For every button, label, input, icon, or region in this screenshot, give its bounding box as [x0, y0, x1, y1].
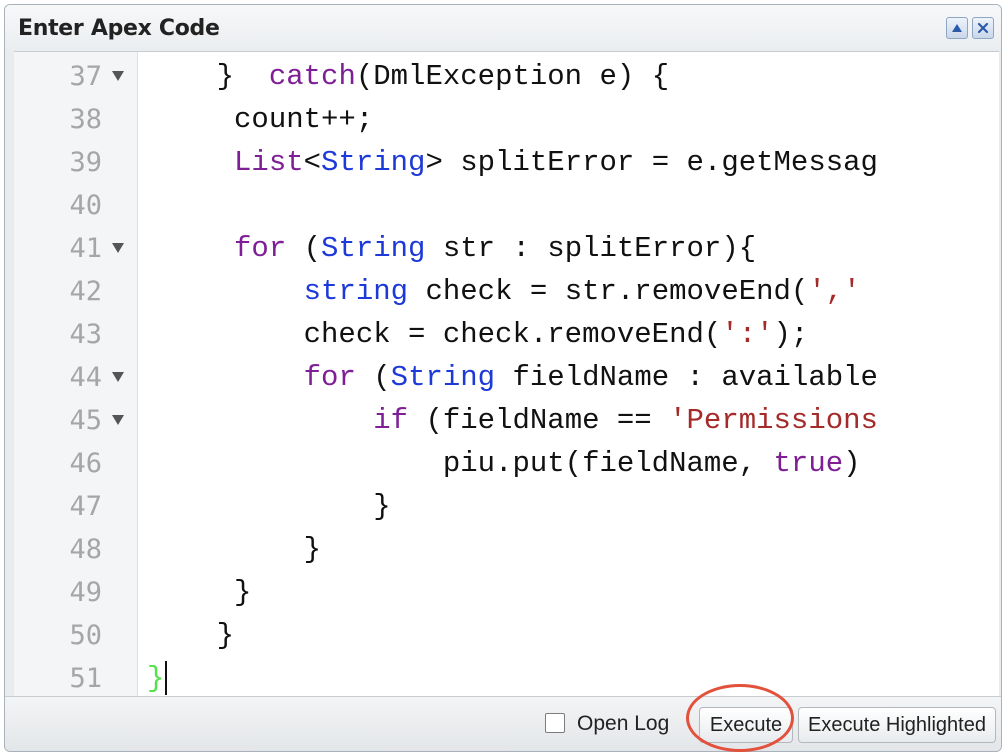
fold-arrow-icon[interactable]: [112, 243, 124, 253]
open-log-label[interactable]: Open Log: [577, 712, 669, 736]
code-line: 45 if (fieldName == 'Permissions: [14, 399, 999, 442]
code-line: 41 for (String str : splitError){: [14, 227, 999, 270]
line-number: 41: [69, 233, 102, 264]
code-line: 48 }: [14, 528, 999, 571]
line-number: 44: [69, 362, 102, 393]
line-number: 50: [69, 620, 102, 651]
code-text: List<String> splitError = e.getMessag: [234, 146, 878, 179]
code-editor[interactable]: 37 } catch(DmlException e) { 38 count++;…: [14, 51, 999, 702]
line-number: 46: [69, 448, 102, 479]
code-line: 39 List<String> splitError = e.getMessag: [14, 141, 999, 184]
code-line: 37 } catch(DmlException e) {: [14, 55, 999, 98]
window-title: Enter Apex Code: [18, 16, 220, 41]
code-line: 50 }: [14, 614, 999, 657]
fold-arrow-icon[interactable]: [112, 71, 124, 81]
fold-arrow-icon[interactable]: [112, 415, 124, 425]
code-text: }: [147, 490, 391, 523]
close-x-icon: [977, 22, 989, 34]
window-titlebar: Enter Apex Code: [5, 5, 1001, 51]
code-line: 44 for (String fieldName : available: [14, 356, 999, 399]
code-line: 38 count++;: [14, 98, 999, 141]
execute-button[interactable]: Execute: [699, 707, 793, 743]
code-text: }: [147, 533, 322, 566]
line-number: 49: [69, 577, 102, 608]
triangle-up-icon: [952, 24, 962, 32]
open-log-checkbox[interactable]: [545, 713, 565, 733]
window-footer: Open Log Execute Execute Highlighted: [5, 696, 1001, 751]
line-number: 39: [69, 147, 102, 178]
code-line: 51 }: [14, 657, 999, 700]
line-number: 47: [69, 491, 102, 522]
close-button[interactable]: [972, 17, 994, 39]
line-number: 38: [69, 104, 102, 135]
collapse-button[interactable]: [946, 17, 968, 39]
line-number: 48: [69, 534, 102, 565]
code-text: if (fieldName == 'Permissions: [373, 404, 878, 437]
line-number: 42: [69, 276, 102, 307]
text-cursor: [165, 661, 168, 696]
line-number: 43: [69, 319, 102, 350]
line-number: 40: [69, 190, 102, 221]
code-text: for (String str : splitError){: [234, 232, 757, 265]
code-text: check = check.removeEnd(':');: [147, 318, 809, 351]
code-text: }: [147, 576, 252, 609]
code-text: }: [147, 657, 168, 700]
apex-code-window: Enter Apex Code 37 } catch(DmlException …: [4, 4, 1002, 752]
code-text: count++;: [147, 103, 374, 136]
code-line: 46 piu.put(fieldName, true): [14, 442, 999, 485]
code-text: } catch(DmlException e) {: [147, 60, 670, 93]
code-text: string check = str.removeEnd(',': [303, 275, 861, 308]
code-line: 49 }: [14, 571, 999, 614]
line-number: 37: [69, 61, 102, 92]
line-number: 45: [69, 405, 102, 436]
code-line: 40: [14, 184, 999, 227]
line-number: 51: [69, 663, 102, 694]
execute-highlighted-button[interactable]: Execute Highlighted: [798, 707, 996, 743]
code-line: 43 check = check.removeEnd(':');: [14, 313, 999, 356]
code-text: for (String fieldName : available: [303, 361, 878, 394]
code-line: 47 }: [14, 485, 999, 528]
code-text: }: [147, 619, 235, 652]
code-text: piu.put(fieldName, true): [147, 447, 861, 480]
code-line: 42 string check = str.removeEnd(',': [14, 270, 999, 313]
fold-arrow-icon[interactable]: [112, 372, 124, 382]
